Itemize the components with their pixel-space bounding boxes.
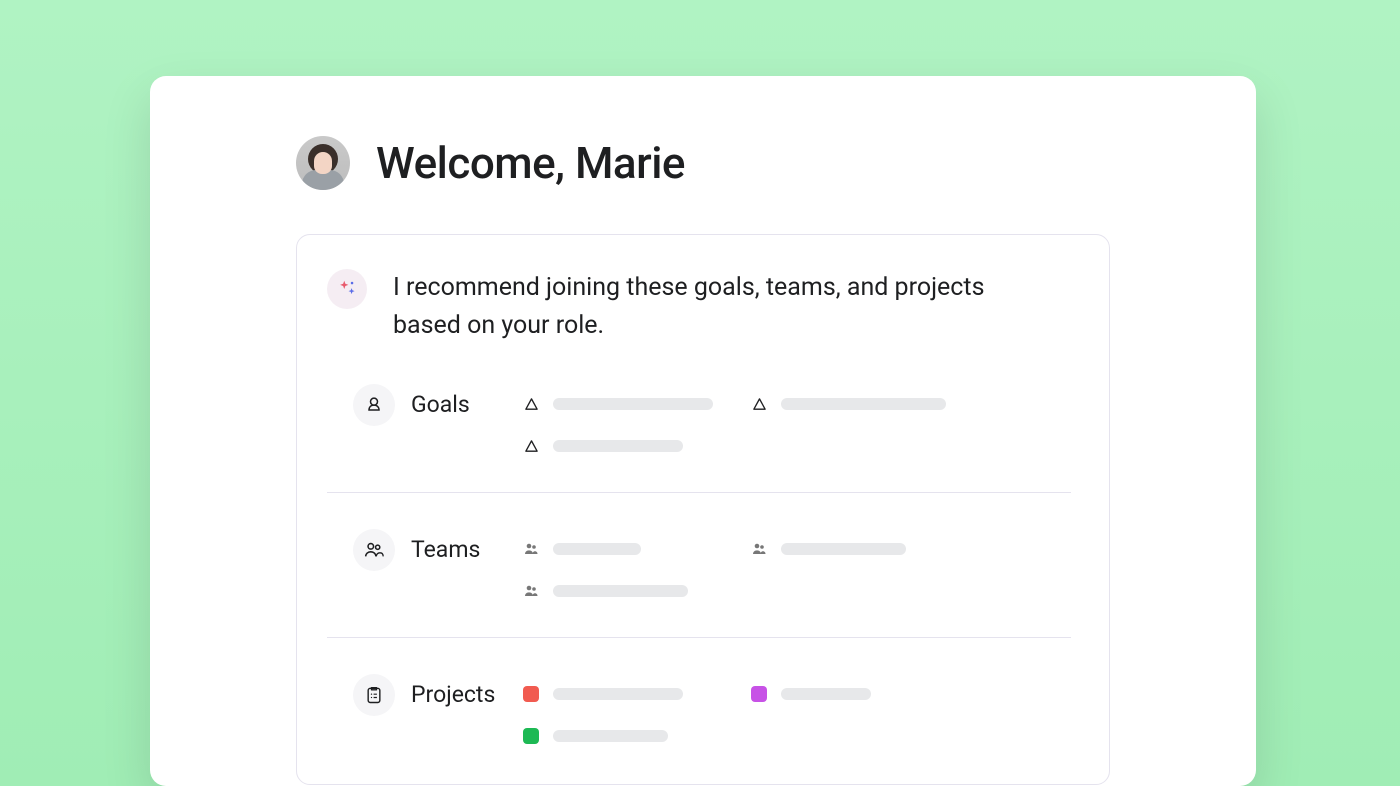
team-item[interactable]: [523, 541, 751, 557]
people-icon: [751, 541, 767, 557]
triangle-icon: [751, 396, 767, 412]
projects-label: Projects: [411, 674, 523, 716]
team-item[interactable]: [751, 541, 979, 557]
project-placeholder: [781, 688, 871, 700]
goal-item[interactable]: [751, 396, 979, 412]
people-icon: [523, 541, 539, 557]
project-item[interactable]: [523, 728, 751, 744]
recommendations-panel: I recommend joining these goals, teams, …: [296, 234, 1110, 785]
teams-icon: [353, 529, 395, 571]
projects-icon: [353, 674, 395, 716]
triangle-icon: [523, 396, 539, 412]
team-item[interactable]: [523, 583, 751, 599]
welcome-header: Welcome, Marie: [150, 136, 1256, 190]
triangle-icon: [523, 438, 539, 454]
project-placeholder: [553, 730, 668, 742]
team-placeholder: [553, 543, 641, 555]
user-avatar[interactable]: [296, 136, 350, 190]
teams-section: Teams: [327, 492, 1071, 637]
project-placeholder: [553, 688, 683, 700]
goal-item[interactable]: [523, 396, 751, 412]
teams-label: Teams: [411, 529, 523, 571]
people-icon: [523, 583, 539, 599]
onboarding-card: Welcome, Marie I recommend joining these…: [150, 76, 1256, 786]
goals-icon: [353, 384, 395, 426]
team-placeholder: [781, 543, 906, 555]
project-item[interactable]: [523, 686, 751, 702]
page-title: Welcome, Marie: [376, 137, 685, 189]
projects-section: Projects: [327, 637, 1071, 744]
goal-placeholder: [553, 398, 713, 410]
goal-item[interactable]: [523, 438, 751, 454]
sparkle-icon: [327, 269, 367, 309]
goal-placeholder: [781, 398, 946, 410]
goal-placeholder: [553, 440, 683, 452]
recommendation-text: I recommend joining these goals, teams, …: [393, 269, 1013, 344]
goals-section: Goals: [327, 384, 1071, 492]
goals-label: Goals: [411, 384, 523, 426]
project-item[interactable]: [751, 686, 979, 702]
project-color-purple: [751, 686, 767, 702]
team-placeholder: [553, 585, 688, 597]
project-color-red: [523, 686, 539, 702]
project-color-green: [523, 728, 539, 744]
